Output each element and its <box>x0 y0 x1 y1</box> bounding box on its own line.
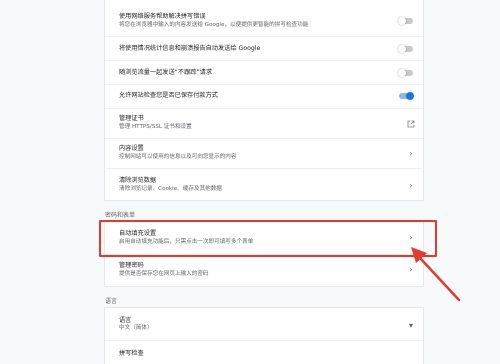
annotation-arrow <box>411 247 461 302</box>
